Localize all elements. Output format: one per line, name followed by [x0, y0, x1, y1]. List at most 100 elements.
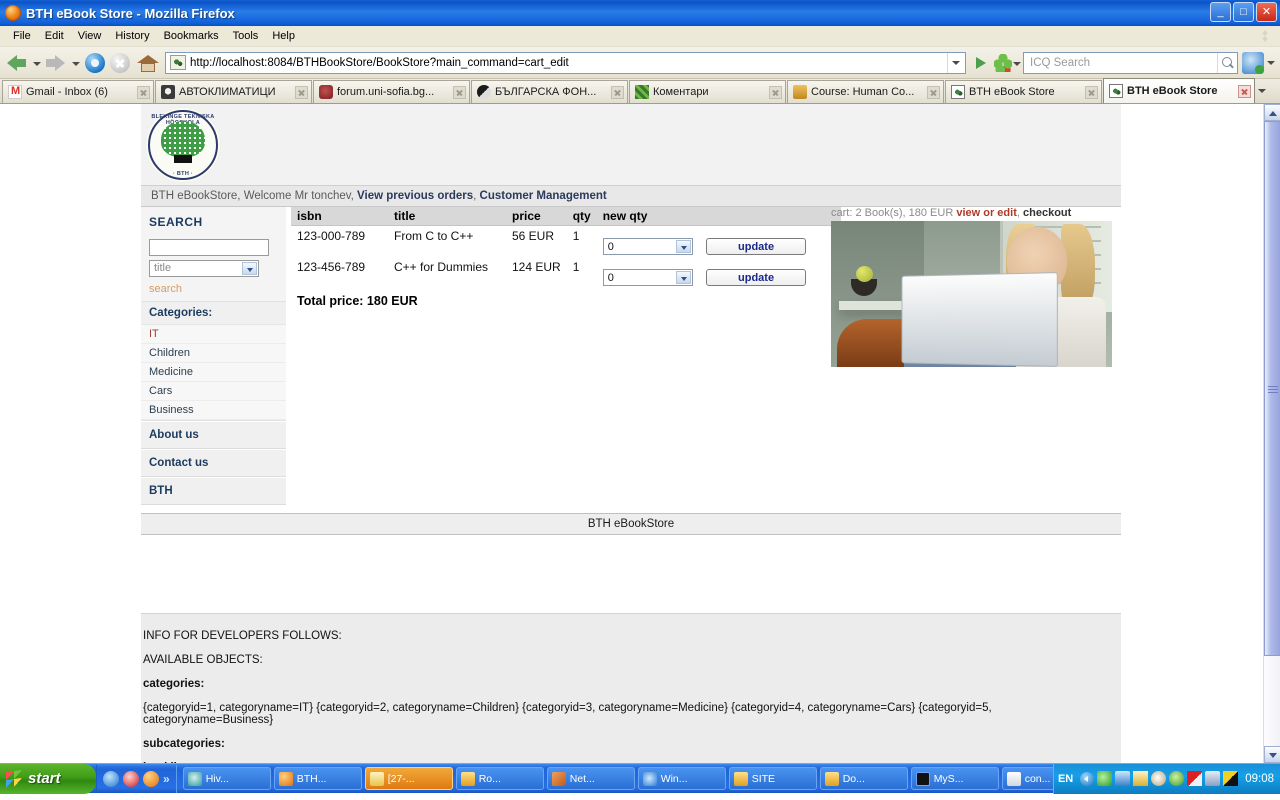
icq-search-box[interactable]: ICQ Search — [1023, 52, 1238, 74]
task-27-active[interactable]: [27-... — [365, 767, 453, 790]
search-icon[interactable] — [1217, 53, 1237, 73]
tray-notes-icon[interactable] — [1133, 771, 1148, 786]
update-button-row-2[interactable]: update — [706, 269, 806, 286]
scroll-down-button[interactable] — [1264, 746, 1280, 763]
tab-close-icon[interactable] — [769, 86, 782, 99]
task-do[interactable]: Do... — [820, 767, 908, 790]
tab-avtoklimatici[interactable]: АВТОКЛИМАТИЦИ — [155, 80, 312, 103]
vertical-scrollbar[interactable] — [1263, 104, 1280, 763]
toolbar-overflow-caret[interactable] — [1266, 52, 1276, 74]
sidebar-item-cars[interactable]: Cars — [141, 382, 286, 401]
sidebar-item-medicine[interactable]: Medicine — [141, 363, 286, 382]
sidebar-item-bth[interactable]: BTH — [141, 477, 286, 505]
course-icon — [793, 85, 807, 99]
task-label: Net... — [570, 773, 595, 785]
link-view-or-edit[interactable]: view or edit — [956, 207, 1017, 219]
icq-flower-icon[interactable] — [994, 54, 1012, 72]
menu-bookmarks[interactable]: Bookmarks — [157, 28, 226, 44]
back-history-caret[interactable] — [32, 52, 41, 74]
tray-square-icon[interactable] — [1223, 771, 1238, 786]
sidebar-item-business[interactable]: Business — [141, 401, 286, 420]
task-mysql[interactable]: MyS... — [911, 767, 999, 790]
language-indicator[interactable]: EN — [1058, 773, 1077, 785]
forward-button[interactable] — [43, 51, 69, 75]
tab-course-human[interactable]: Course: Human Co... — [787, 80, 944, 103]
home-button[interactable] — [137, 53, 159, 73]
task-bth[interactable]: BTH... — [274, 767, 362, 790]
forward-history-caret[interactable] — [71, 52, 80, 74]
menu-help[interactable]: Help — [265, 28, 302, 44]
address-bar[interactable]: http://localhost:8084/BTHBookStore/BookS… — [165, 52, 966, 74]
tab-forum-uni-sofia[interactable]: forum.uni-sofia.bg... — [313, 80, 470, 103]
tab-close-icon[interactable] — [453, 86, 466, 99]
start-button[interactable]: start — [0, 764, 96, 794]
task-ro[interactable]: Ro... — [456, 767, 544, 790]
tray-expand-icon[interactable] — [1080, 772, 1094, 786]
sidebar-item-children[interactable]: Children — [141, 344, 286, 363]
task-net[interactable]: Net... — [547, 767, 635, 790]
link-customer-management[interactable]: Customer Management — [480, 190, 607, 202]
scrollbar-track[interactable] — [1264, 656, 1280, 746]
tab-gmail[interactable]: Gmail - Inbox (6) — [2, 80, 154, 103]
tray-monitor-icon[interactable] — [1205, 771, 1220, 786]
menu-view[interactable]: View — [71, 28, 109, 44]
tray-flag-icon[interactable] — [1187, 771, 1202, 786]
close-button[interactable]: ✕ — [1256, 2, 1277, 22]
menu-edit[interactable]: Edit — [38, 28, 71, 44]
new-qty-select-row-1[interactable]: 0 — [603, 238, 693, 255]
tab-bth-ebook-store-2-active[interactable]: BTH eBook Store — [1103, 78, 1255, 103]
internet-explorer-icon[interactable] — [103, 771, 119, 787]
tab-close-icon[interactable] — [611, 86, 624, 99]
new-qty-select-row-2[interactable]: 0 — [603, 269, 693, 286]
update-button-row-1[interactable]: update — [706, 238, 806, 255]
firefox-icon[interactable] — [143, 771, 159, 787]
tray-clock-icon[interactable] — [1151, 771, 1166, 786]
search-submit-link[interactable]: search — [149, 283, 278, 295]
tab-bth-ebook-store-1[interactable]: BTH eBook Store — [945, 80, 1102, 103]
icq-menu-caret[interactable] — [1012, 52, 1021, 74]
maximize-button[interactable]: □ — [1233, 2, 1254, 22]
cell-title: C++ for Dummies — [388, 257, 506, 288]
breadcrumb-store[interactable]: BTH eBookStore — [151, 190, 237, 202]
sidebar-item-contact-us[interactable]: Contact us — [141, 449, 286, 477]
link-view-previous-orders[interactable]: View previous orders — [357, 190, 473, 202]
back-button[interactable] — [4, 51, 30, 75]
quicklaunch-overflow-icon[interactable]: » — [163, 772, 170, 786]
minimize-button[interactable]: _ — [1210, 2, 1231, 22]
tab-bulgarska-fond[interactable]: БЪЛГАРСКА ФОН... — [471, 80, 628, 103]
stop-button[interactable] — [110, 53, 130, 73]
icq-app-icon[interactable] — [1242, 52, 1264, 74]
tab-close-icon[interactable] — [295, 86, 308, 99]
sidebar-item-about-us[interactable]: About us — [141, 421, 286, 449]
reload-button[interactable] — [85, 53, 105, 73]
tab-close-icon[interactable] — [1085, 86, 1098, 99]
tab-close-icon[interactable] — [927, 86, 940, 99]
tray-green-icon[interactable] — [1097, 771, 1112, 786]
taskbar-clock[interactable]: 09:08 — [1241, 773, 1274, 785]
tray-network-icon[interactable] — [1115, 771, 1130, 786]
tab-komentari[interactable]: Коментари — [629, 80, 786, 103]
link-checkout[interactable]: checkout — [1023, 207, 1071, 219]
task-site[interactable]: SITE — [729, 767, 817, 790]
task-hiv[interactable]: Hiv... — [183, 767, 271, 790]
go-button[interactable] — [970, 52, 992, 74]
tab-close-icon[interactable] — [137, 86, 150, 99]
search-field-select[interactable]: title — [149, 260, 259, 277]
task-win[interactable]: Win... — [638, 767, 726, 790]
url-dropdown-caret-icon[interactable] — [947, 53, 963, 73]
scrollbar-thumb[interactable] — [1264, 121, 1280, 656]
menu-history[interactable]: History — [108, 28, 156, 44]
tab-close-icon[interactable] — [1238, 85, 1251, 98]
devinfo-categories-dump: {categoryid=1, categoryname=IT} {categor… — [143, 696, 1121, 732]
breadcrumb-welcome: Welcome Mr tonchev — [244, 190, 351, 202]
search-input[interactable] — [149, 239, 269, 256]
tab-list-caret-icon[interactable] — [1256, 80, 1268, 103]
sidebar-item-it[interactable]: IT — [141, 325, 286, 344]
forum-icon — [319, 85, 333, 99]
menu-tools[interactable]: Tools — [226, 28, 266, 44]
opera-icon[interactable] — [123, 771, 139, 787]
scroll-up-button[interactable] — [1264, 104, 1280, 121]
menu-file[interactable]: File — [6, 28, 38, 44]
tray-icq-icon[interactable] — [1169, 771, 1184, 786]
bth-logo[interactable]: BLEKINGE TEKNISKA HÖGSKOLA · BTH · — [145, 107, 221, 183]
